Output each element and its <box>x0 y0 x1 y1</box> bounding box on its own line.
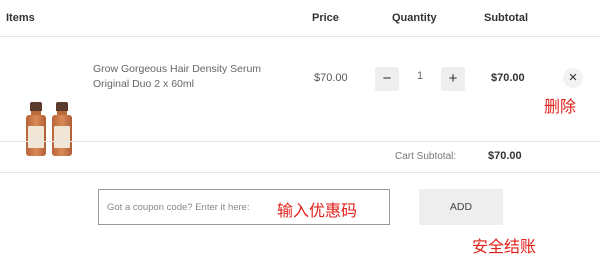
bottle-icon <box>52 102 72 156</box>
column-header-price: Price <box>312 12 339 24</box>
coupon-field[interactable]: 输入优惠码 <box>98 189 390 225</box>
quantity-value[interactable]: 1 <box>414 70 426 82</box>
header-divider <box>0 36 600 37</box>
product-name-line1: Grow Gorgeous Hair Density Serum <box>93 63 262 75</box>
product-image[interactable] <box>24 50 80 156</box>
cart-subtotal-value: $70.00 <box>488 150 522 162</box>
item-subtotal: $70.00 <box>491 72 525 84</box>
product-name[interactable]: Grow Gorgeous Hair Density Serum Origina… <box>93 62 283 92</box>
enter-coupon-annotation: 输入优惠码 <box>277 201 358 220</box>
subtotal-divider <box>0 172 600 173</box>
product-name-line2: Original Duo 2 x 60ml <box>93 78 194 90</box>
item-divider <box>0 141 600 142</box>
item-price: $70.00 <box>314 72 348 84</box>
column-header-items: Items <box>6 12 35 24</box>
bottle-icon <box>26 102 46 156</box>
add-coupon-button[interactable]: ADD <box>419 189 503 225</box>
secure-checkout-annotation: 安全结账 <box>472 237 537 256</box>
column-header-subtotal: Subtotal <box>484 12 528 24</box>
coupon-input[interactable] <box>99 190 259 224</box>
delete-annotation: 删除 <box>544 97 577 116</box>
column-header-quantity: Quantity <box>392 12 437 24</box>
remove-item-button[interactable]: × <box>563 68 583 88</box>
quantity-decrease-button[interactable]: − <box>375 67 399 91</box>
quantity-increase-button[interactable]: + <box>441 67 465 91</box>
cart-subtotal-label: Cart Subtotal: <box>395 151 457 162</box>
